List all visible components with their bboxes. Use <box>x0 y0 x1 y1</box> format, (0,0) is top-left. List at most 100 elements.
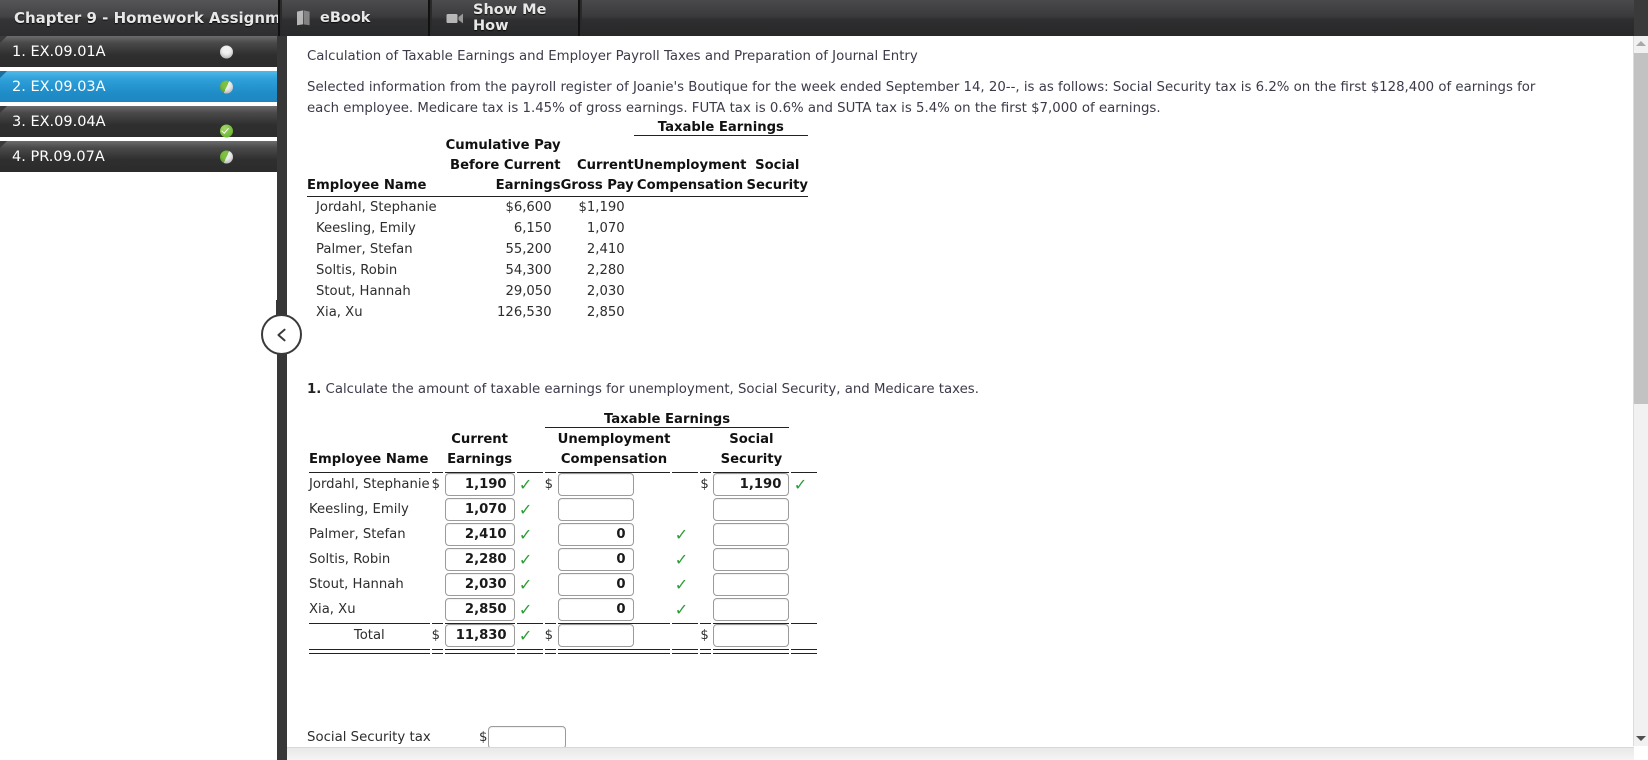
validation-unemployment-row6: ✓ <box>672 598 698 621</box>
check-icon: ✓ <box>674 524 689 544</box>
validation-social-security-row6 <box>791 598 817 621</box>
input-social-security-row1[interactable] <box>713 473 790 496</box>
input-current-earnings-row4[interactable] <box>444 548 515 571</box>
cell-unemployment-blank <box>633 195 747 218</box>
currency-symbol: $ <box>479 730 488 745</box>
input-total-current-earnings[interactable] <box>444 624 515 647</box>
header-social-security: Social Security <box>720 432 783 467</box>
cell-unemployment-blank <box>634 239 747 260</box>
cell-current-earnings <box>444 548 515 571</box>
group-header-row: Taxable Earnings <box>307 120 809 136</box>
cell-employee-name: Xia, Xu <box>309 602 356 617</box>
input-current-earnings-row1[interactable] <box>444 473 515 496</box>
cell-social-security <box>713 573 790 596</box>
table-row: Soltis, Robin 54,300 2,280 <box>307 260 808 281</box>
input-unemployment-row2[interactable] <box>557 498 634 521</box>
cell-social-security <box>713 523 790 546</box>
cell-total-label: Total <box>309 623 430 647</box>
scroll-down-button[interactable] <box>1634 731 1648 746</box>
validation-unemployment-row3: ✓ <box>672 523 698 546</box>
currency-spacer <box>700 548 711 571</box>
input-social-security-tax[interactable] <box>488 726 567 749</box>
currency-spacer <box>432 548 443 571</box>
collapse-sidebar-button[interactable] <box>261 314 302 355</box>
check-icon: ✓ <box>518 524 533 544</box>
sidebar-item-pr-09-07a[interactable]: 4. PR.09.07A <box>0 141 277 176</box>
input-unemployment-row4[interactable] <box>557 548 634 571</box>
input-unemployment-row5[interactable] <box>557 573 634 596</box>
cell-cumulative-pay: 6,150 <box>513 220 552 236</box>
cell-cumulative-pay: 54,300 <box>505 262 552 278</box>
chevron-down-icon <box>1636 736 1646 741</box>
check-icon: ✓ <box>674 549 689 569</box>
validation-social-security-row3 <box>791 523 817 546</box>
item-corner-fold <box>0 71 7 78</box>
group-header-taxable-earnings: Taxable Earnings <box>544 412 790 428</box>
content-intro-paragraph: Selected information from the payroll re… <box>307 80 1536 116</box>
input-total-unemployment[interactable] <box>557 624 634 647</box>
input-unemployment-row3[interactable] <box>557 523 634 546</box>
input-social-security-row4[interactable] <box>713 548 790 571</box>
table-row: Jordahl, Stephanie $6,600 $1,190 <box>307 195 809 218</box>
cell-total-unemployment <box>557 623 671 647</box>
input-current-earnings-row5[interactable] <box>444 573 515 596</box>
table-row: Stout, Hannah 29,050 2,030 <box>307 281 808 302</box>
top-bar-right-cap <box>1634 0 1648 36</box>
scroll-up-button[interactable] <box>1634 36 1648 51</box>
validation-unemployment-row5: ✓ <box>672 573 698 596</box>
cell-unemployment <box>557 498 671 521</box>
cell-unemployment <box>557 573 671 596</box>
assignment-content: Calculation of Taxable Earnings and Empl… <box>287 36 1634 750</box>
input-current-earnings-row3[interactable] <box>444 523 515 546</box>
cell-unemployment <box>557 472 671 496</box>
validation-unemployment-row1 <box>672 472 699 496</box>
horizontal-scrollbar[interactable] <box>287 747 1634 760</box>
input-current-earnings-row6[interactable] <box>444 598 515 621</box>
sidebar-item-ex-09-04a[interactable]: 3. EX.09.04A <box>0 106 277 141</box>
input-social-security-row2[interactable] <box>713 498 790 521</box>
item-corner-fold <box>0 141 7 148</box>
table-row: Xia, Xu 126,530 2,850 <box>307 302 808 323</box>
input-total-social-security[interactable] <box>713 624 790 647</box>
input-social-security-row6[interactable] <box>713 598 790 621</box>
cell-social-blank <box>746 195 809 218</box>
status-icon-not-started <box>220 45 233 58</box>
input-current-earnings-row2[interactable] <box>444 498 515 521</box>
sidebar-item-ex-09-01a[interactable]: 1. EX.09.01A <box>0 36 277 71</box>
check-icon: ✓ <box>518 574 533 594</box>
cell-unemployment-blank <box>634 302 747 323</box>
table-double-rule <box>309 649 818 654</box>
chevron-up-icon <box>1636 41 1646 46</box>
given-data-table: Taxable Earnings Employee Name Cumulativ… <box>307 120 809 323</box>
currency-spacer <box>545 523 556 546</box>
cell-unemployment <box>557 598 671 621</box>
question-text: Calculate the amount of taxable earnings… <box>325 382 979 397</box>
social-security-tax-row: Social Security tax $ <box>307 726 567 749</box>
tab-show-me-how[interactable]: Show Me How <box>432 0 580 36</box>
header-employee-name: Employee Name <box>309 452 429 467</box>
scrollbar-thumb[interactable] <box>1634 53 1648 404</box>
assignment-title-tab[interactable]: Chapter 9 - Homework Assignment : <box>0 0 280 36</box>
header-employee-name: Employee Name <box>307 177 427 193</box>
question-1: 1. Calculate the amount of taxable earni… <box>307 382 979 397</box>
cell-cumulative-pay: 29,050 <box>505 283 552 299</box>
cell-employee-name: Keesling, Emily <box>316 220 416 236</box>
cell-social-security <box>713 548 790 571</box>
cell-social-security <box>713 598 790 621</box>
validation-total-unemployment <box>672 623 699 647</box>
input-social-security-row3[interactable] <box>713 523 790 546</box>
cell-cumulative-pay: 55,200 <box>505 241 552 257</box>
validation-current-earnings-row5: ✓ <box>517 573 543 596</box>
validation-social-security-row1: ✓ <box>791 472 818 496</box>
input-unemployment-row6[interactable] <box>557 598 634 621</box>
header-unemployment-compensation: Unemployment Compensation <box>557 432 671 467</box>
sidebar-item-ex-09-03a[interactable]: 2. EX.09.03A <box>0 71 277 106</box>
group-header-row: Taxable Earnings <box>309 412 817 428</box>
input-unemployment-row1[interactable] <box>557 473 634 496</box>
social-security-tax-label: Social Security tax <box>307 730 431 745</box>
tab-ebook[interactable]: eBook <box>282 0 430 36</box>
currency-spacer <box>432 523 443 546</box>
input-social-security-row5[interactable] <box>713 573 790 596</box>
vertical-scrollbar[interactable] <box>1633 36 1648 746</box>
validation-social-security-row2 <box>791 498 817 521</box>
